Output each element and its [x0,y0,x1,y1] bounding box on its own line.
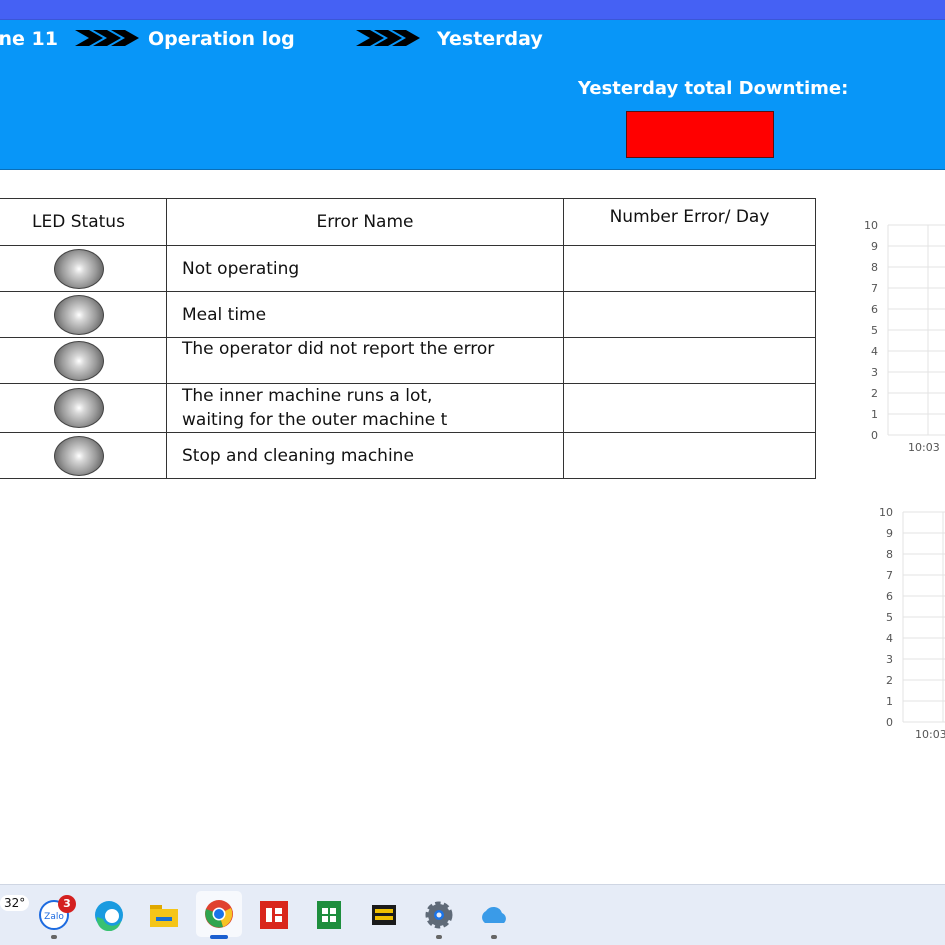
led-cell [0,291,167,338]
header-bar: ine 11 Operation log Yesterday Yesterday… [0,20,945,170]
error-name-cell: The operator did not report the error [166,337,564,384]
downtime-chart-1: 0 1 2 3 4 5 6 7 8 9 10 10:03 [858,215,945,460]
app-terminal-icon[interactable] [366,897,402,933]
y-tick-label: 0 [871,429,878,442]
led-cell [0,245,167,292]
chrome-icon[interactable] [196,891,242,937]
running-indicator [51,935,57,939]
zalo-label: Zalo [44,912,64,922]
led-status-indicator [53,388,104,428]
y-tick-label: 4 [886,632,893,645]
breadcrumb-period[interactable]: Yesterday [437,28,543,50]
column-header-led-status: LED Status [0,198,167,246]
weather-temp[interactable]: 32° [0,895,30,911]
error-count-cell [563,432,816,479]
sheets-icon[interactable] [311,897,347,933]
table-row: Not operating [0,245,816,292]
onedrive-icon[interactable] [476,897,512,933]
file-explorer-icon[interactable] [146,897,182,933]
chart-1-svg: 0 1 2 3 4 5 6 7 8 9 10 10:03 [864,219,945,454]
breadcrumb-arrow-icon [75,30,141,46]
x-tick-label: 10:03 [908,441,940,454]
y-tick-label: 3 [871,366,878,379]
led-cell [0,337,167,384]
table-header-row: LED Status Error Name Number Error/ Day [0,198,816,246]
y-tick-label: 1 [871,408,878,421]
error-name-cell: Not operating [166,245,564,292]
y-tick-label: 4 [871,345,878,358]
y-tick-label: 10 [864,219,878,232]
running-indicator [491,935,497,939]
table-row: Stop and cleaning machine [0,432,816,479]
led-status-indicator [53,340,104,381]
error-name-cell: Meal time [166,291,564,338]
y-tick-label: 7 [886,569,893,582]
led-status-indicator [53,435,104,476]
error-count-cell [563,337,816,384]
breadcrumb-operation-log[interactable]: Operation log [148,28,295,50]
settings-icon[interactable] [421,897,457,933]
y-tick-label: 9 [886,527,893,540]
y-tick-label: 10 [879,506,893,519]
column-header-error-name: Error Name [166,198,564,246]
downtime-chart-2: 0 1 2 3 4 5 6 7 8 9 10 10:03 [873,503,945,748]
app-window: ine 11 Operation log Yesterday Yesterday… [0,0,945,945]
chart-2-svg: 0 1 2 3 4 5 6 7 8 9 10 10:03 [879,506,945,741]
title-strip [0,0,945,20]
led-cell [0,432,167,479]
table-row: Meal time [0,291,816,338]
error-table: LED Status Error Name Number Error/ Day … [0,198,816,479]
taskbar: 32° Zalo 3 [0,884,945,945]
y-tick-label: 3 [886,653,893,666]
y-tick-label: 5 [886,611,893,624]
error-count-cell [563,291,816,338]
y-tick-label: 5 [871,324,878,337]
y-tick-label: 0 [886,716,893,729]
y-tick-label: 9 [871,240,878,253]
error-name-cell: The inner machine runs a lot, waiting fo… [166,383,564,433]
led-status-indicator [53,294,104,335]
y-tick-label: 2 [871,387,878,400]
y-tick-label: 1 [886,695,893,708]
breadcrumb-arrow-icon [356,30,422,46]
edge-icon[interactable] [91,897,127,933]
y-tick-label: 8 [871,261,878,274]
error-count-cell [563,245,816,292]
y-tick-label: 8 [886,548,893,561]
column-header-number-error: Number Error/ Day [563,198,816,246]
led-cell [0,383,167,433]
led-status-indicator [53,248,104,289]
x-tick-label: 10:03 [915,728,945,741]
error-name-cell: Stop and cleaning machine [166,432,564,479]
error-count-cell [563,383,816,433]
y-tick-label: 6 [886,590,893,603]
running-indicator [436,935,442,939]
y-tick-label: 2 [886,674,893,687]
y-tick-label: 7 [871,282,878,295]
table-row: The inner machine runs a lot, waiting fo… [0,383,816,433]
table-row: The operator did not report the error [0,337,816,384]
y-tick-label: 6 [871,303,878,316]
downtime-label: Yesterday total Downtime: [578,78,849,99]
active-indicator [210,935,228,939]
breadcrumb-line[interactable]: ine 11 [0,28,58,50]
downtime-value-box [626,111,774,158]
app-red-icon[interactable] [256,897,292,933]
notification-badge: 3 [58,895,76,913]
